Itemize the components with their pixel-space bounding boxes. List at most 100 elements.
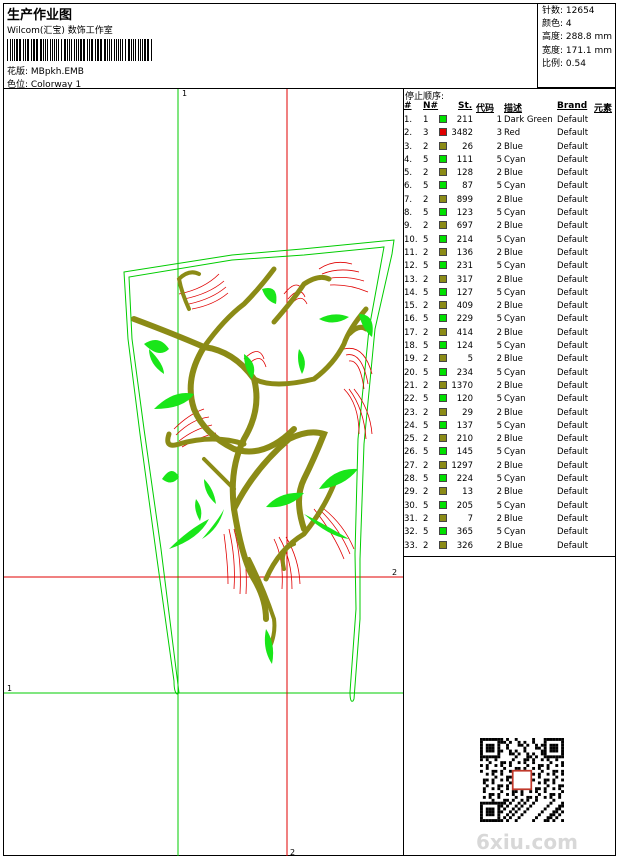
table-row: 32. 5 365 5 Cyan Default [403, 527, 616, 540]
table-row: 1. 1 211 1 Dark Green Default [403, 115, 616, 128]
design-height: 高度: 288.8 mm [542, 32, 613, 43]
row-needle: 5 [423, 234, 429, 245]
row-code: 2 [496, 407, 502, 418]
row-stitches: 145 [456, 447, 473, 458]
row-index: 23. [404, 407, 418, 418]
row-code: 1 [496, 115, 502, 125]
row-code: 2 [496, 380, 502, 391]
row-needle: 5 [423, 394, 429, 405]
row-index: 32. [404, 527, 418, 538]
row-code: 2 [496, 301, 502, 312]
row-brand: Default [557, 181, 589, 192]
row-description: Blue [504, 354, 523, 365]
row-stitches: 229 [456, 314, 473, 325]
color-swatch [439, 261, 447, 270]
row-stitches: 210 [456, 434, 473, 445]
table-row: 21. 2 1370 2 Blue Default [403, 380, 616, 394]
row-stitches: 5 [467, 354, 473, 365]
row-brand: Default [557, 274, 589, 285]
color-swatch [439, 234, 447, 243]
color-swatch [439, 500, 447, 509]
design-canvas: 1 2 1 2 [4, 89, 403, 856]
row-code: 5 [496, 367, 502, 378]
row-index: 9. [404, 221, 413, 232]
row-description: Cyan [504, 527, 526, 538]
row-stitches: 123 [456, 208, 473, 219]
row-brand: Default [557, 474, 589, 485]
row-brand: Default [557, 447, 589, 458]
row-brand: Default [557, 527, 589, 538]
row-needle: 5 [423, 154, 429, 165]
row-description: Blue [504, 487, 523, 498]
row-brand: Default [557, 128, 589, 139]
guide-marker-bottom: 2 [290, 848, 295, 856]
col-element: 元素 [594, 104, 613, 114]
row-stitches: 317 [456, 274, 473, 285]
table-row: 31. 2 7 2 Blue Default [403, 513, 616, 527]
row-brand: Default [557, 301, 589, 312]
row-needle: 2 [423, 380, 429, 391]
row-description: Blue [504, 194, 523, 205]
row-needle: 2 [423, 354, 429, 365]
table-row: 3. 2 26 2 Blue Default [403, 141, 616, 155]
page-title: 生产作业图 [7, 8, 73, 23]
row-description: Cyan [504, 394, 526, 405]
row-stitches: 326 [456, 540, 473, 551]
row-brand: Default [557, 500, 589, 511]
color-swatch [439, 154, 447, 163]
guide-marker-top: 1 [182, 89, 187, 98]
row-brand: Default [557, 380, 589, 391]
row-brand: Default [557, 234, 589, 245]
color-count: 颜色: 4 [542, 19, 572, 30]
color-swatch [439, 487, 447, 496]
row-stitches: 137 [456, 420, 473, 431]
vine-stems [131, 266, 369, 651]
row-stitches: 120 [456, 394, 473, 405]
row-code: 5 [496, 314, 502, 325]
row-index: 12. [404, 261, 418, 272]
table-row: 6. 5 87 5 Cyan Default [403, 181, 616, 194]
row-description: Cyan [504, 261, 526, 272]
color-swatch [439, 540, 447, 549]
row-description: Cyan [504, 154, 526, 165]
table-row: 15. 2 409 2 Blue Default [403, 301, 616, 314]
color-swatch [439, 513, 447, 522]
row-code: 2 [496, 194, 502, 205]
row-index: 19. [404, 354, 418, 365]
guide-marker-left: 1 [7, 684, 12, 693]
color-swatch [439, 221, 447, 230]
row-code: 2 [496, 327, 502, 338]
row-needle: 5 [423, 420, 429, 431]
row-brand: Default [557, 540, 589, 551]
col-index: # [404, 101, 412, 111]
row-description: Blue [504, 407, 523, 418]
col-description: 描述 [504, 104, 523, 114]
watermark-logo: 6xiu.com [476, 830, 578, 854]
row-code: 5 [496, 208, 502, 219]
row-index: 3. [404, 141, 413, 152]
row-code: 5 [496, 474, 502, 485]
row-description: Blue [504, 327, 523, 338]
row-code: 5 [496, 154, 502, 165]
color-swatch [439, 341, 447, 350]
row-description: Red [504, 128, 521, 139]
row-stitches: 29 [462, 407, 473, 418]
color-swatch [439, 447, 447, 456]
row-stitches: 409 [456, 301, 473, 312]
table-row: 26. 5 145 5 Cyan Default [403, 447, 616, 460]
row-brand: Default [557, 420, 589, 431]
table-row: 33. 2 326 2 Blue Default [403, 540, 616, 554]
row-index: 20. [404, 367, 418, 378]
row-stitches: 414 [456, 327, 473, 338]
row-needle: 2 [423, 247, 429, 258]
row-code: 3 [496, 128, 502, 139]
color-swatch [439, 460, 447, 469]
row-stitches: 111 [456, 154, 473, 165]
row-index: 10. [404, 234, 418, 245]
row-code: 2 [496, 540, 502, 551]
row-needle: 2 [423, 540, 429, 551]
row-code: 2 [496, 460, 502, 471]
design-file-line: 花版: MBpkh.EMB [7, 67, 84, 77]
row-needle: 5 [423, 500, 429, 511]
row-code: 5 [496, 500, 502, 511]
